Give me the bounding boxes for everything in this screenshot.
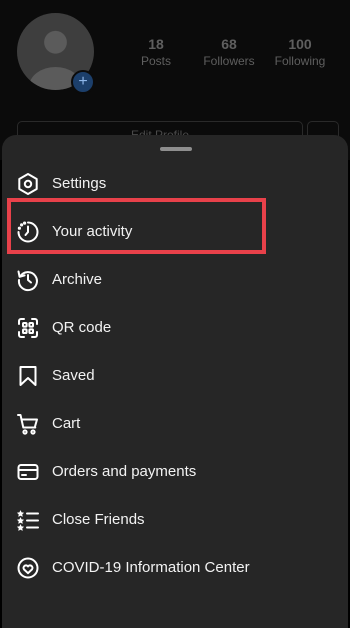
menu-item-label: Saved [52, 367, 95, 384]
menu-item-label: Archive [52, 271, 103, 288]
cart-icon [16, 412, 40, 436]
menu-item-covid-info-center[interactable]: COVID-19 Information Center [2, 544, 348, 592]
stat-following[interactable]: 100 Following [265, 36, 335, 68]
close-friends-icon [16, 508, 40, 532]
qr-code-icon [16, 316, 40, 340]
stat-label: Following [274, 54, 326, 68]
stat-label: Followers [203, 54, 255, 68]
menu-item-label: QR code [52, 319, 112, 336]
menu-item-cart[interactable]: Cart [2, 400, 348, 448]
menu-item-label: Orders and payments [52, 463, 197, 480]
menu-item-archive[interactable]: Archive [2, 256, 348, 304]
stat-number: 100 [288, 36, 312, 52]
menu-item-close-friends[interactable]: Close Friends [2, 496, 348, 544]
menu-item-label: Cart [52, 415, 81, 432]
stat-posts[interactable]: 18 Posts [121, 36, 191, 68]
stat-followers[interactable]: 68 Followers [194, 36, 264, 68]
bookmark-icon [16, 364, 40, 388]
menu-item-label: Close Friends [52, 511, 145, 528]
covid-info-icon [16, 556, 40, 580]
card-icon [16, 460, 40, 484]
menu-item-saved[interactable]: Saved [2, 352, 348, 400]
stat-label: Posts [140, 54, 171, 68]
menu-item-orders-and-payments[interactable]: Orders and payments [2, 448, 348, 496]
highlight-box [7, 198, 266, 254]
sheet-handle[interactable] [160, 147, 192, 151]
stat-number: 18 [148, 36, 164, 52]
archive-icon [16, 268, 40, 292]
add-story-icon[interactable]: + [71, 70, 95, 94]
settings-icon [16, 172, 40, 196]
menu-item-label: COVID-19 Information Center [52, 559, 250, 576]
stat-number: 68 [221, 36, 237, 52]
menu-sheet: Settings Your activity Archive QR code S… [2, 135, 348, 628]
menu-item-qr-code[interactable]: QR code [2, 304, 348, 352]
